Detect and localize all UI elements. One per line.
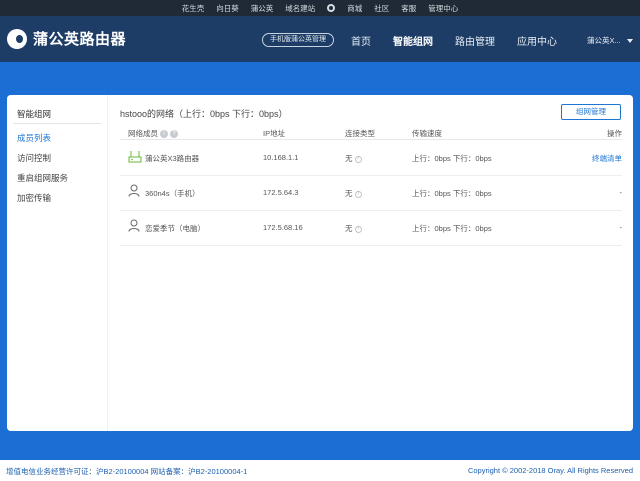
nav-home[interactable]: 首页 xyxy=(351,33,371,48)
sidebar: 智能组网 成员列表 访问控制 重启组网服务 加密传输 xyxy=(7,95,107,431)
sidebar-item-encrypted-transfer[interactable]: 加密传输 xyxy=(17,192,51,204)
member-ip: 172.5.68.16 xyxy=(263,223,303,232)
member-speed: 上行：0bps 下行：0bps xyxy=(412,154,492,163)
pugongying-logo-icon xyxy=(7,28,27,49)
footer: 增值电信业务经营许可证：沪B2-20100004 网站备案：沪B2-201000… xyxy=(0,460,640,481)
topbar-link-community[interactable]: 社区 xyxy=(374,3,389,14)
help-icon[interactable]: ? xyxy=(354,155,362,163)
member-action: - xyxy=(619,188,623,197)
column-member: 网络成员 i? xyxy=(128,128,178,139)
member-speed: 上行：0bps 下行：0bps xyxy=(412,189,492,198)
router-icon xyxy=(128,151,142,163)
mobile-management-button[interactable]: 手机版蒲公英管理 xyxy=(262,33,334,47)
column-connection-type: 连接类型 xyxy=(345,129,375,138)
member-ip: 10.168.1.1 xyxy=(263,153,299,162)
footer-copyright: Copyright © 2002-2018 Oray. All Rights R… xyxy=(467,466,633,475)
user-name: 蒲公英X... xyxy=(587,36,621,45)
sidebar-title: 智能组网 xyxy=(17,109,52,119)
nav-smart-network[interactable]: 智能组网 xyxy=(393,33,433,48)
sidebar-divider xyxy=(13,123,101,124)
topbar-link-support[interactable]: 客服 xyxy=(401,3,416,14)
member-name: 蒲公英X3路由器 xyxy=(128,151,199,164)
member-connection: 无? xyxy=(345,188,362,199)
member-connection: 无? xyxy=(345,223,362,234)
terminal-list-link[interactable]: 终端清单 xyxy=(592,153,622,164)
topbar-link-domain[interactable]: 域名建站 xyxy=(285,3,315,14)
user-menu[interactable]: 蒲公英X... xyxy=(587,35,633,46)
column-ip: IP地址 xyxy=(263,129,286,138)
table-row: 360n4s（手机） 172.5.64.3 无? 上行：0bps 下行：0bps… xyxy=(120,176,622,211)
sidebar-item-access-control[interactable]: 访问控制 xyxy=(17,152,51,164)
topbar-link-xiangrikui[interactable]: 向日葵 xyxy=(216,3,239,14)
main-nav: 首页 智能组网 路由管理 应用中心 xyxy=(351,33,579,48)
member-ip: 172.5.64.3 xyxy=(263,188,299,197)
person-icon xyxy=(128,184,140,197)
table-row: 恋爱季节（电脑） 172.5.68.16 无? 上行：0bps 下行：0bps … xyxy=(120,211,622,246)
member-connection: 无? xyxy=(345,153,362,164)
main-card: 智能组网 成员列表 访问控制 重启组网服务 加密传输 hstooo的网络（上行：… xyxy=(7,95,633,431)
main-header: 蒲公英路由器 手机版蒲公英管理 首页 智能组网 路由管理 应用中心 蒲公英X..… xyxy=(0,16,640,62)
network-title: hstooo的网络（上行：0bps 下行：0bps） xyxy=(120,109,288,119)
member-speed: 上行：0bps 下行：0bps xyxy=(412,224,492,233)
person-icon xyxy=(128,219,140,232)
topbar-link-admin[interactable]: 管理中心 xyxy=(428,3,458,14)
footer-license[interactable]: 增值电信业务经营许可证：沪B2-20100004 网站备案：沪B2-201000… xyxy=(6,466,247,477)
info-icon[interactable]: i xyxy=(160,130,168,139)
topbar-link-pugongying[interactable]: 蒲公英 xyxy=(251,3,274,14)
member-action: - xyxy=(619,223,623,232)
member-name: 360n4s（手机） xyxy=(128,184,200,199)
nav-app-center[interactable]: 应用中心 xyxy=(517,33,557,48)
top-utility-bar: 花生壳 向日葵 蒲公英 域名建站 商城 社区 客服 管理中心 xyxy=(0,0,640,16)
help-icon[interactable]: ? xyxy=(170,130,178,139)
help-icon[interactable]: ? xyxy=(354,190,362,198)
help-icon[interactable]: ? xyxy=(354,225,362,233)
chevron-down-icon xyxy=(626,38,633,43)
network-management-button[interactable]: 组网管理 xyxy=(561,104,621,120)
column-speed: 传输速度 xyxy=(412,129,442,138)
sidebar-item-restart-network[interactable]: 重启组网服务 xyxy=(17,172,68,184)
logo[interactable]: 蒲公英路由器 xyxy=(7,28,126,49)
member-name: 恋爱季节（电脑） xyxy=(128,219,205,234)
nav-router-management[interactable]: 路由管理 xyxy=(455,33,495,48)
oray-circle-icon[interactable] xyxy=(327,4,336,12)
sidebar-item-member-list[interactable]: 成员列表 xyxy=(17,132,51,144)
table-row: 蒲公英X3路由器 10.168.1.1 无? 上行：0bps 下行：0bps 终… xyxy=(120,141,622,176)
column-actions: 操作 xyxy=(607,129,622,138)
topbar-link-huashengke[interactable]: 花生壳 xyxy=(182,3,205,14)
content-panel: hstooo的网络（上行：0bps 下行：0bps） 组网管理 网络成员 i? I… xyxy=(107,95,633,431)
topbar-link-shop[interactable]: 商城 xyxy=(347,3,362,14)
logo-text: 蒲公英路由器 xyxy=(33,31,127,48)
table-header: 网络成员 i? IP地址 连接类型 传输速度 操作 xyxy=(120,127,622,140)
